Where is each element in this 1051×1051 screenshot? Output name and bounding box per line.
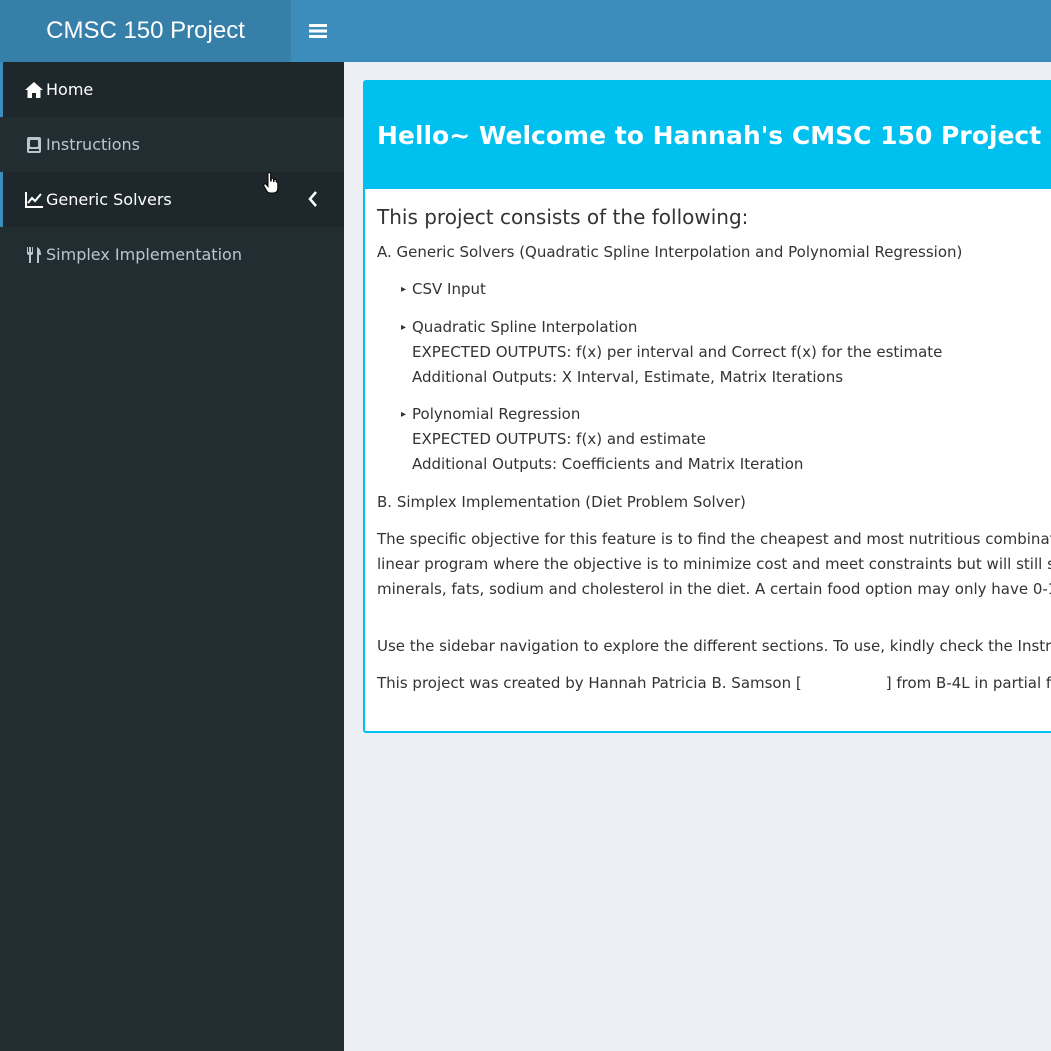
paragraph-line: minerals, fats, sodium and cholesterol i… — [377, 580, 1051, 598]
list-item-detail: EXPECTED OUTPUTS: f(x) and estimate — [412, 430, 706, 448]
list-item-detail: Additional Outputs: X Interval, Estimate… — [412, 368, 844, 386]
book-icon — [24, 135, 44, 155]
list-item: ▸ Quadratic Spline Interpolation — [401, 318, 638, 336]
credit-text: This project was created by Hannah Patri… — [377, 674, 1051, 692]
section-a-title: A. Generic Solvers (Quadratic Spline Int… — [377, 243, 963, 261]
hand-cursor-icon — [263, 172, 279, 194]
main-content: Hello~ Welcome to Hannah's CMSC 150 Proj… — [344, 62, 1051, 1051]
usage-text: Use the sidebar navigation to explore th… — [377, 637, 1051, 655]
list-item: ▸ Polynomial Regression — [401, 405, 581, 423]
paragraph-line: The specific objective for this feature … — [377, 530, 1051, 548]
paragraph-line: linear program where the objective is to… — [377, 555, 1051, 573]
sidebar-item-label: Home — [46, 80, 94, 99]
sidebar-item-home[interactable]: Home — [0, 62, 344, 117]
sidebar-item-label: Generic Solvers — [46, 190, 172, 209]
sidebar-item-generic-solvers[interactable]: Generic Solvers — [0, 172, 344, 227]
list-item: ▸ CSV Input — [401, 280, 486, 298]
sidebar: Home Instructions Generic Solvers Simple… — [0, 62, 344, 1051]
welcome-box: Hello~ Welcome to Hannah's CMSC 150 Proj… — [363, 80, 1051, 733]
home-icon — [24, 80, 44, 100]
sidebar-item-label: Instructions — [46, 135, 140, 154]
hamburger-icon — [309, 24, 327, 38]
app-logo[interactable]: CMSC 150 Project — [0, 0, 291, 62]
list-item-detail: Additional Outputs: Coefficients and Mat… — [412, 455, 804, 473]
section-b-title: B. Simplex Implementation (Diet Problem … — [377, 493, 746, 511]
sidebar-item-label: Simplex Implementation — [46, 245, 242, 264]
bullet-icon: ▸ — [401, 322, 407, 333]
top-header: CMSC 150 Project — [0, 0, 1051, 62]
utensils-icon — [24, 245, 44, 265]
intro-heading: This project consists of the following: — [377, 205, 749, 229]
redacted-block — [801, 674, 886, 690]
sidebar-item-instructions[interactable]: Instructions — [0, 117, 344, 172]
welcome-box-header: Hello~ Welcome to Hannah's CMSC 150 Proj… — [365, 82, 1051, 189]
bullet-icon: ▸ — [401, 284, 407, 295]
line-chart-icon — [24, 190, 44, 210]
logo-text: CMSC 150 Project — [46, 17, 245, 44]
sidebar-toggle-button[interactable] — [291, 0, 345, 62]
chevron-left-icon[interactable] — [306, 189, 320, 209]
sidebar-item-simplex-implementation[interactable]: Simplex Implementation — [0, 227, 344, 282]
bullet-icon: ▸ — [401, 409, 407, 420]
list-item-detail: EXPECTED OUTPUTS: f(x) per interval and … — [412, 343, 943, 361]
welcome-title: Hello~ Welcome to Hannah's CMSC 150 Proj… — [377, 121, 1042, 150]
